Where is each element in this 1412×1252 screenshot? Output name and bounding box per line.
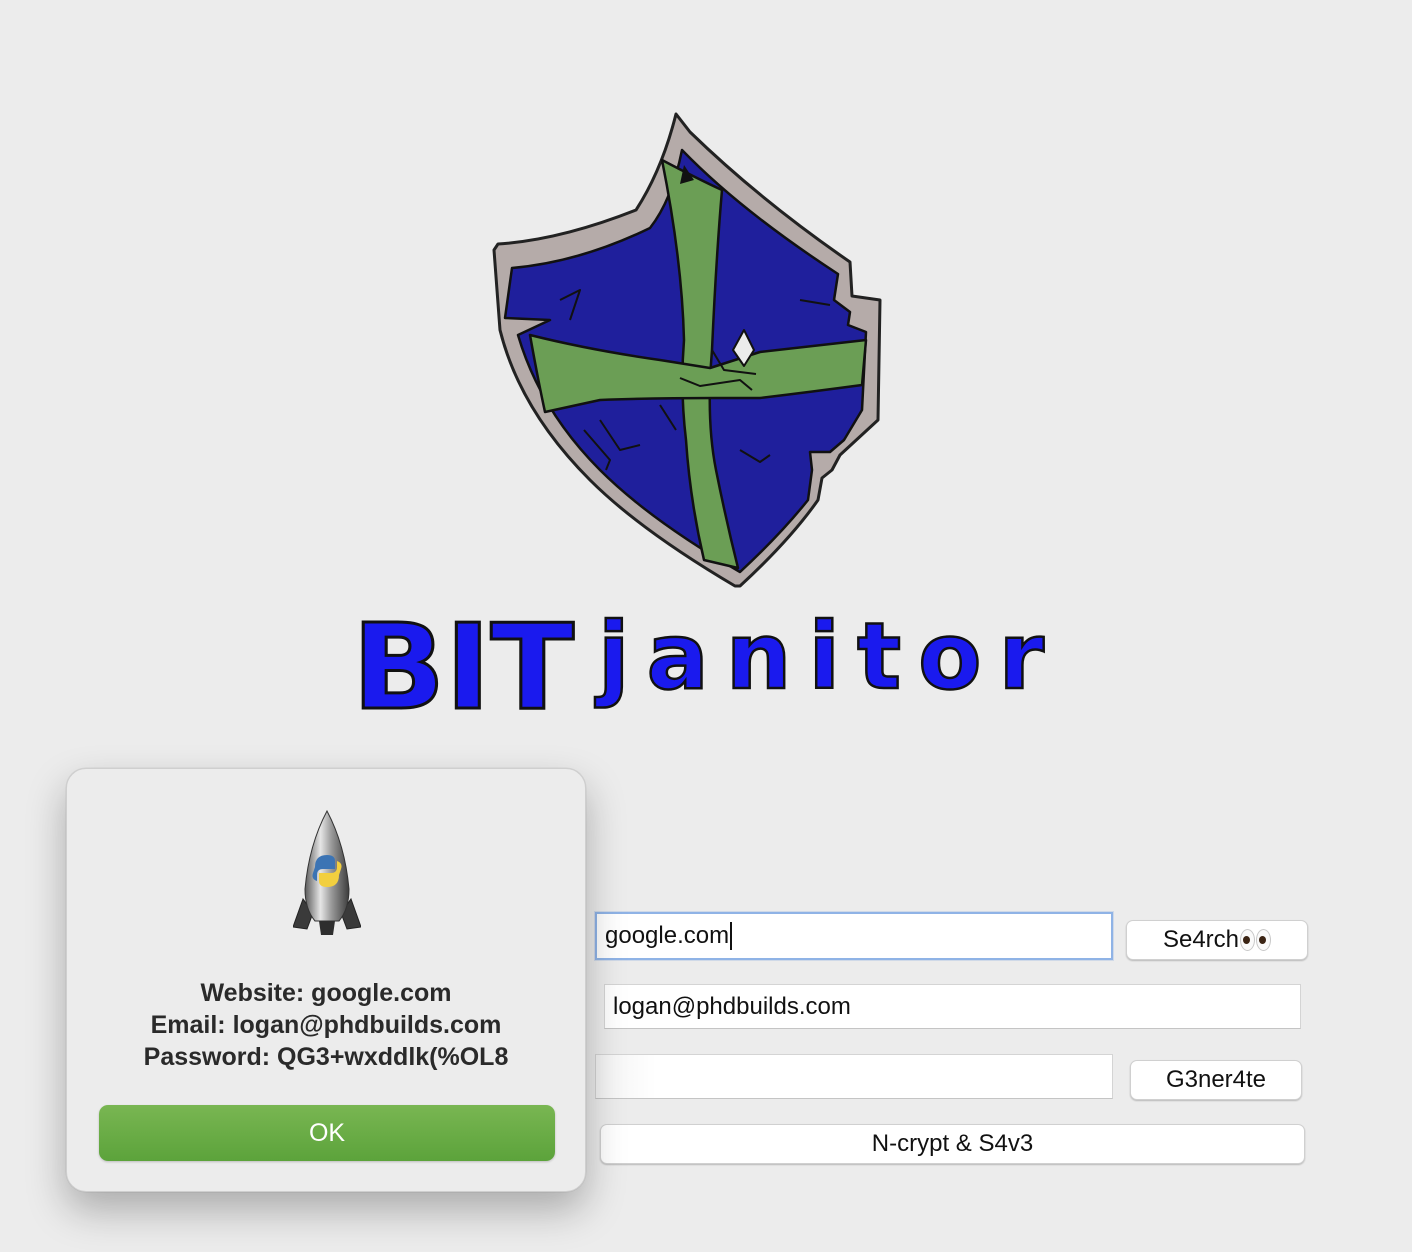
python-rocket-icon [293,809,361,935]
website-input[interactable]: google.com [595,912,1113,960]
logo-wordmark-bit: BIT [352,598,574,736]
search-button[interactable]: Se4rch [1126,920,1308,960]
encrypt-save-button[interactable]: N-crypt & S4v3 [600,1124,1305,1164]
bitjanitor-window: BIT janitor google.com Se4rch logan@phdb… [0,0,1412,1252]
alert-dialog: Website: google.com Email: logan@phdbuil… [66,768,586,1192]
shield-logo-icon [492,112,882,588]
alert-message: Website: google.com Email: logan@phdbuil… [67,977,585,1073]
generate-button[interactable]: G3ner4te [1130,1060,1302,1100]
bitjanitor-logo: BIT janitor [351,112,1046,738]
logo-wordmark-janitor: janitor [594,603,1045,710]
alert-email-line: Email: logan@phdbuilds.com [150,1011,502,1039]
encrypt-save-button-label: N-crypt & S4v3 [871,1130,1034,1157]
ok-button-label: OK [308,1118,346,1147]
website-input-value: google.com [605,922,730,949]
search-button-label: Se4rch [1162,926,1240,953]
generate-button-label: G3ner4te [1165,1066,1267,1093]
alert-password-line: Password: QG3+wxddlk(%OL8 [143,1043,509,1071]
email-input-value: logan@phdbuilds.com [613,992,851,1020]
eyes-icon [1240,929,1272,951]
password-input[interactable] [595,1054,1113,1099]
alert-website-line: Website: google.com [200,979,452,1007]
email-input[interactable]: logan@phdbuilds.com [604,984,1301,1029]
ok-button[interactable]: OK [99,1105,555,1161]
text-caret [730,922,733,950]
